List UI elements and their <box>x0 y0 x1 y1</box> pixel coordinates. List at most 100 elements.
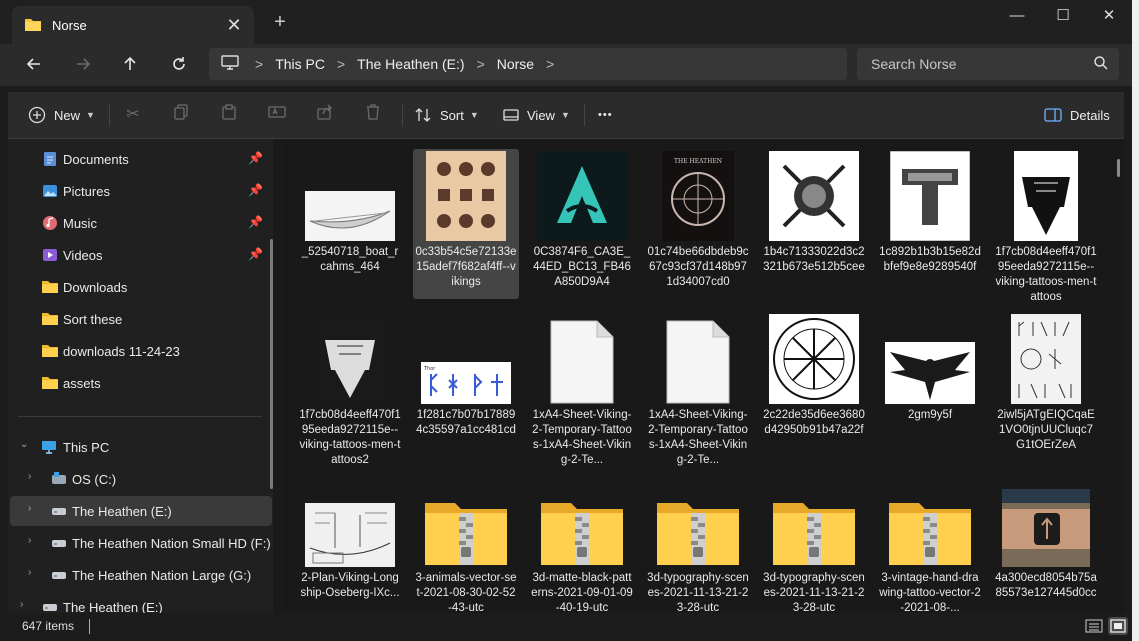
up-arrow-icon[interactable] <box>116 52 144 80</box>
maximize-button[interactable]: ☐ <box>1040 0 1086 32</box>
sidebar-item-the-heathen-e-2[interactable]: › The Heathen (E:) <box>8 592 270 613</box>
item-count: 647 items <box>22 619 75 633</box>
pin-icon[interactable]: 📌 <box>248 151 263 165</box>
back-arrow-icon[interactable] <box>20 52 48 80</box>
file-item[interactable]: 1f7cb08d4eeff470f195eeda9272115e--viking… <box>993 149 1099 303</box>
file-name: 1b4c71333022d3c2321b673e512b5cee <box>763 246 865 273</box>
image-thumbnail <box>769 151 859 241</box>
breadcrumb-chevron-icon: > <box>336 56 346 72</box>
sidebar-item-pictures[interactable]: Pictures 📌 <box>8 176 270 206</box>
drive-icon <box>51 567 67 583</box>
chevron-right-icon[interactable]: › <box>28 471 31 482</box>
forward-arrow-icon[interactable] <box>69 52 97 80</box>
sidebar-item-sort-these[interactable]: Sort these <box>8 304 270 334</box>
breadcrumb-norse[interactable]: Norse <box>497 56 534 72</box>
breadcrumb-this-pc[interactable]: This PC <box>275 56 325 72</box>
breadcrumb-chevron-icon[interactable]: > <box>546 56 554 72</box>
image-thumbnail <box>537 151 627 241</box>
details-pane-button[interactable]: Details <box>1044 104 1110 126</box>
new-button[interactable]: New ▼ <box>28 104 95 126</box>
file-name: 01c74be66dbdeb9c67c93cf37d148b971d34007c… <box>647 246 749 288</box>
file-item[interactable]: 1b4c71333022d3c2321b673e512b5cee <box>761 149 867 299</box>
chevron-right-icon[interactable]: › <box>28 567 31 578</box>
sidebar-item-music[interactable]: Music 📌 <box>8 208 270 238</box>
share-icon[interactable] <box>314 104 336 126</box>
chevron-right-icon[interactable]: › <box>28 503 31 514</box>
tab-norse[interactable]: Norse ✕ <box>12 6 254 44</box>
pin-icon[interactable]: 📌 <box>248 215 263 229</box>
pin-icon[interactable]: 📌 <box>248 247 263 261</box>
search-input[interactable]: Search Norse <box>857 48 1119 80</box>
sidebar-item-downloads[interactable]: Downloads <box>8 272 270 302</box>
sidebar-item-assets[interactable]: assets <box>8 368 270 398</box>
details-view-icon[interactable] <box>1084 617 1104 635</box>
rename-icon[interactable] <box>266 104 288 126</box>
file-item[interactable]: 2gm9y5f <box>877 312 983 462</box>
file-icon <box>653 314 743 404</box>
search-placeholder: Search Norse <box>871 56 957 72</box>
cut-icon[interactable]: ✂ <box>122 104 144 126</box>
sidebar-item-this-pc[interactable]: ⌄ This PC <box>8 432 270 462</box>
sidebar-item-os-c[interactable]: › OS (C:) <box>8 464 270 494</box>
file-item[interactable]: 0C3874F6_CA3E_44ED_BC13_FB46A850D9A4 <box>529 149 635 299</box>
new-tab-button[interactable]: + <box>268 10 292 34</box>
file-item[interactable]: 1xA4-Sheet-Viking-2-Temporary-Tattoos-1x… <box>529 312 635 466</box>
tab-title: Norse <box>52 17 87 33</box>
file-item[interactable]: 2c22de35d6ee3680d42950b91b47a22f <box>761 312 867 462</box>
large-icons-view-icon[interactable] <box>1108 617 1128 635</box>
file-item[interactable]: 1f7cb08d4eeff470f195eeda9272115e--viking… <box>297 312 403 466</box>
sidebar-item-the-heathen-e[interactable]: › The Heathen (E:) <box>10 496 272 526</box>
breadcrumb-drive[interactable]: The Heathen (E:) <box>357 56 464 72</box>
file-item[interactable]: 1c892b1b3b15e82dbfef9e8e9289540f <box>877 149 983 299</box>
sidebar-item-downloads-11-24-23[interactable]: downloads 11-24-23 <box>8 336 270 366</box>
file-item[interactable]: _52540718_boat_rcahms_464 <box>297 149 403 299</box>
file-name: 3d-matte-black-patterns-2021-09-01-09-40… <box>531 572 633 613</box>
file-name: 0c33b54c5e72133e15adef7f682af4ff--viking… <box>415 246 517 288</box>
sidebar-item-label: The Heathen Nation Large (G:) <box>72 568 252 583</box>
chevron-down-icon: ▼ <box>469 110 479 120</box>
copy-icon[interactable] <box>170 104 192 126</box>
paste-icon[interactable] <box>218 104 240 126</box>
address-bar[interactable]: > This PC > The Heathen (E:) > Norse > <box>209 48 847 80</box>
file-item[interactable]: 3-animals-vector-set-2021-08-30-02-52-43… <box>413 475 519 613</box>
file-item[interactable]: 3d-matte-black-patterns-2021-09-01-09-40… <box>529 475 635 613</box>
sidebar-item-label: Downloads <box>63 280 128 295</box>
close-window-button[interactable]: ✕ <box>1086 0 1132 32</box>
sidebar-item-label: The Heathen Nation Small HD (F:) <box>72 536 271 551</box>
sort-icon <box>415 108 431 122</box>
refresh-icon[interactable] <box>165 52 193 80</box>
chevron-right-icon[interactable]: › <box>20 599 23 610</box>
file-item[interactable]: 4a300ecd8054b75a85573e127445d0cc <box>993 475 1099 613</box>
file-item[interactable]: 3d-typography-scenes-2021-11-13-21-23-28… <box>761 475 867 613</box>
sidebar-item-heathen-nation-large-g[interactable]: › The Heathen Nation Large (G:) <box>8 560 270 590</box>
file-item[interactable]: 2-Plan-Viking-Longship-Oseberg-IXc... <box>297 475 403 613</box>
image-thumbnail: THE HEATHEN <box>653 151 743 241</box>
delete-icon[interactable] <box>362 104 384 126</box>
pin-icon[interactable]: 📌 <box>248 183 263 197</box>
sidebar-item-label: The Heathen (E:) <box>72 504 172 519</box>
chevron-down-icon[interactable]: ⌄ <box>20 439 28 450</box>
file-item[interactable]: Thor 1f281c7b07b178894c35597a1cc481cd <box>413 312 519 462</box>
sidebar-item-documents[interactable]: Documents 📌 <box>8 144 270 174</box>
more-options-icon[interactable]: ••• <box>598 104 613 126</box>
status-bar: 647 items <box>8 613 1132 641</box>
file-item[interactable]: 2iwl5jATgEIQCqaE1VO0tjnUUCluqc7G1tOErZeA <box>993 312 1099 462</box>
command-bar: New ▼ ✂ Sort ▼ View ▼ ••• Details <box>8 92 1124 139</box>
pane-splitter[interactable] <box>273 139 281 613</box>
content-scrollbar[interactable] <box>1117 159 1120 177</box>
close-tab-icon[interactable]: ✕ <box>224 15 244 36</box>
file-item[interactable]: 0c33b54c5e72133e15adef7f682af4ff--viking… <box>413 149 519 299</box>
file-item[interactable]: 3d-typography-scenes-2021-11-13-21-23-28… <box>645 475 751 613</box>
sort-button[interactable]: Sort ▼ <box>414 104 479 126</box>
sidebar-item-videos[interactable]: Videos 📌 <box>8 240 270 270</box>
sidebar-item-heathen-nation-small-f[interactable]: › The Heathen Nation Small HD (F:) <box>8 528 271 558</box>
chevron-right-icon[interactable]: › <box>28 535 31 546</box>
view-button[interactable]: View ▼ <box>503 104 570 126</box>
file-item[interactable]: 3-vintage-hand-drawing-tattoo-vector-2-2… <box>877 475 983 613</box>
sidebar-item-label: Music <box>63 216 97 231</box>
minimize-button[interactable]: — <box>994 0 1040 32</box>
file-item[interactable]: THE HEATHEN 01c74be66dbdeb9c67c93cf37d148… <box>645 149 751 299</box>
file-item[interactable]: 1xA4-Sheet-Viking-2-Temporary-Tattoos-1x… <box>645 312 751 466</box>
file-name: 4a300ecd8054b75a85573e127445d0cc <box>995 572 1097 599</box>
file-name: 2gm9y5f <box>907 409 953 421</box>
